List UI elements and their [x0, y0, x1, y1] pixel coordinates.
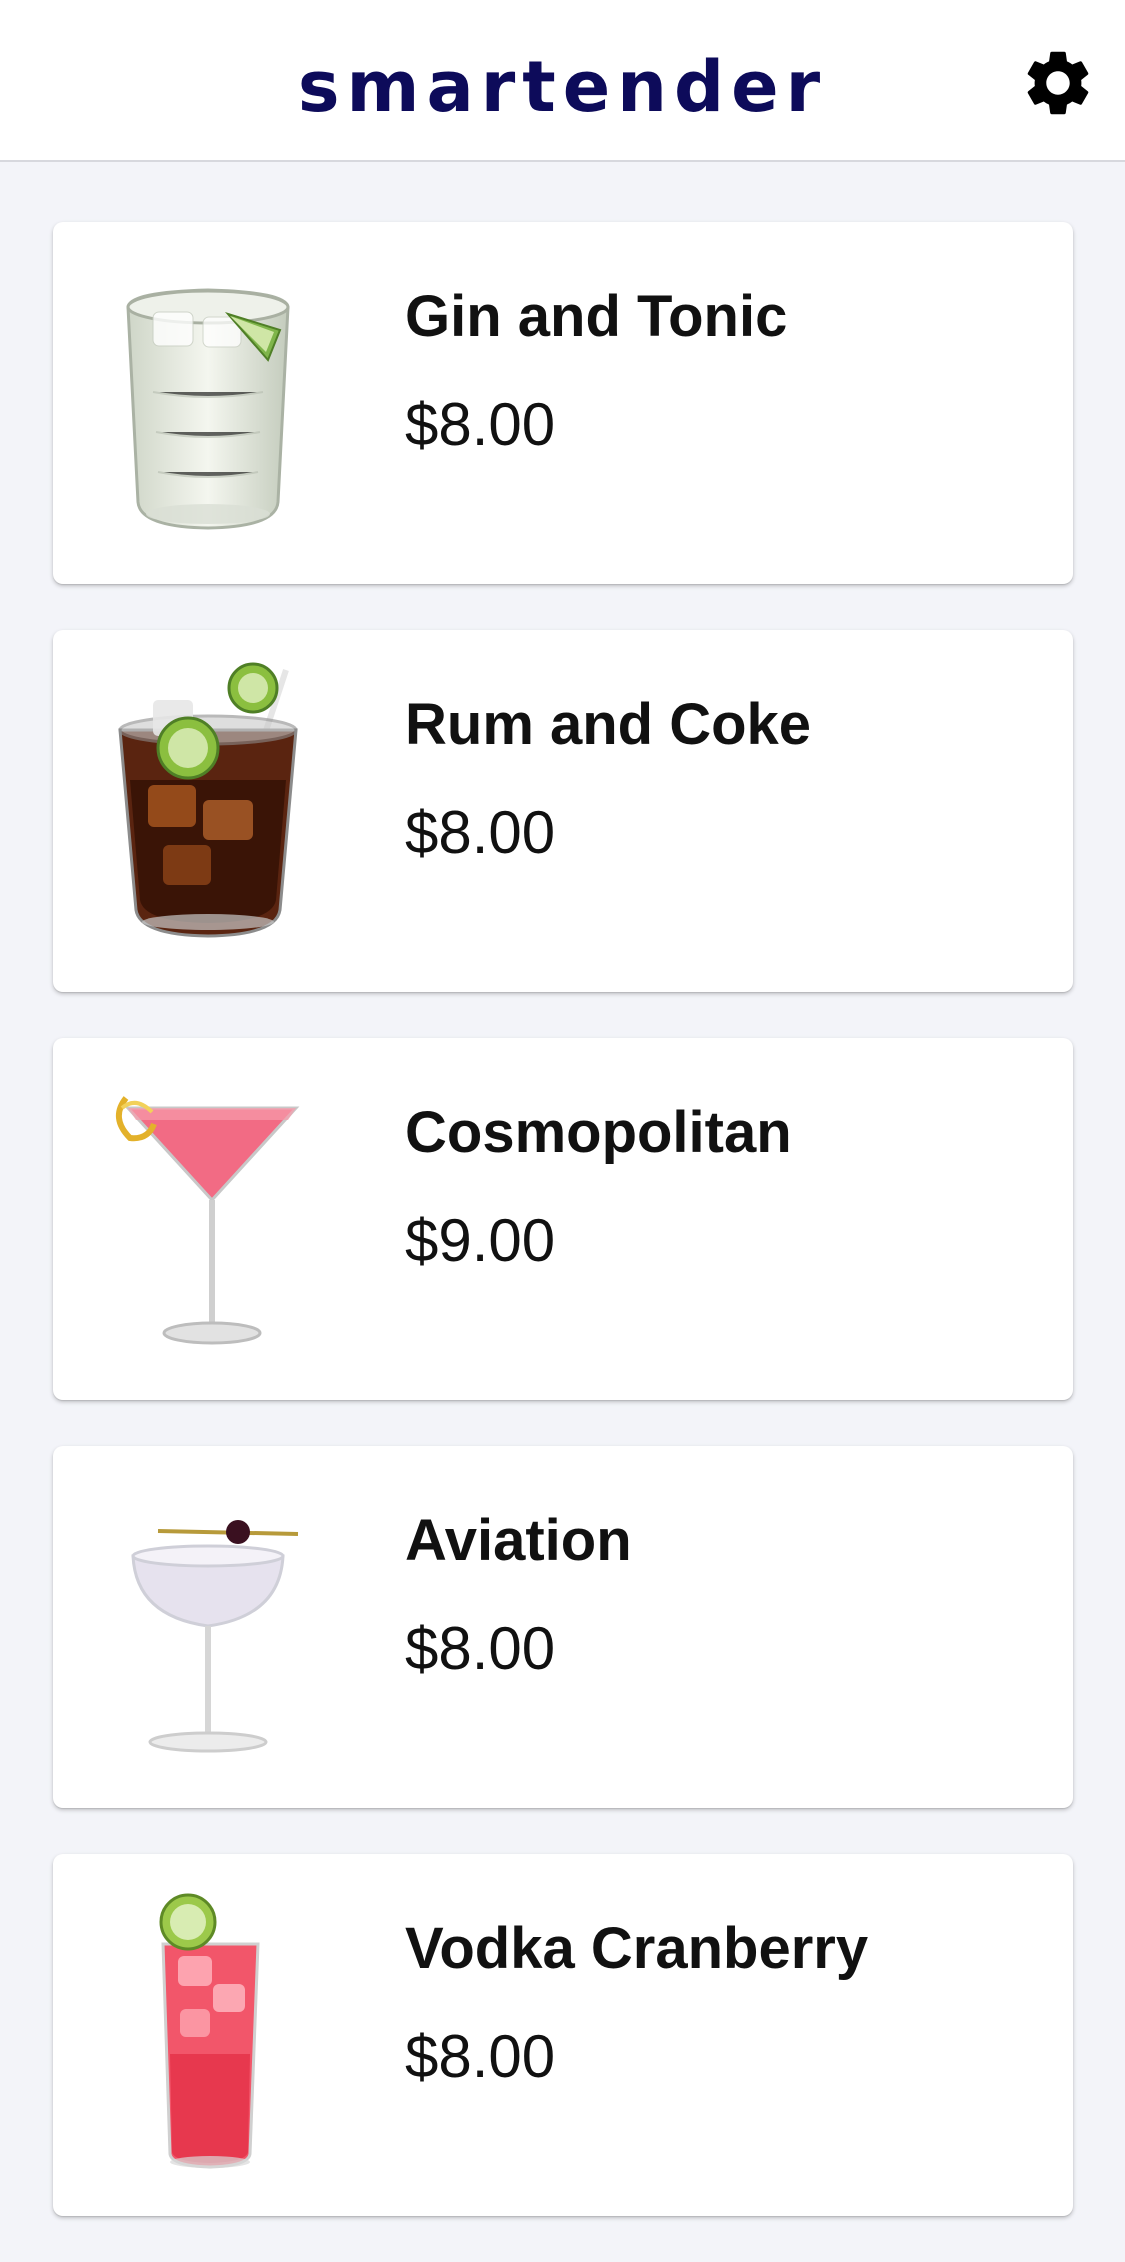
cosmopolitan-glass-icon [108, 1068, 308, 1368]
drink-name: Rum and Coke [405, 692, 812, 757]
drink-price: $8.00 [405, 799, 556, 866]
drink-price: $8.00 [405, 1615, 556, 1682]
drink-price: $9.00 [405, 1207, 556, 1274]
drink-card-rum-and-coke[interactable]: Rum and Coke $8.00 [53, 630, 1073, 992]
drink-price: $8.00 [405, 2023, 556, 2090]
drink-card-vodka-cranberry[interactable]: Vodka Cranberry $8.00 [53, 1854, 1073, 2216]
app-header: smartender [0, 0, 1125, 162]
drink-name: Vodka Cranberry [405, 1916, 869, 1981]
drink-price: $8.00 [405, 391, 556, 458]
gin-and-tonic-glass-icon [108, 252, 308, 552]
drink-menu-list: Gin and Tonic $8.00 Rum and Coke $8.00 C… [53, 222, 1073, 2262]
vodka-cranberry-glass-icon [108, 1884, 308, 2184]
app-brand-title: smartender [297, 46, 828, 128]
drink-name: Aviation [405, 1508, 632, 1573]
rum-and-coke-glass-icon [108, 660, 308, 960]
drink-card-aviation[interactable]: Aviation $8.00 [53, 1446, 1073, 1808]
drink-name: Gin and Tonic [405, 284, 788, 349]
drink-card-cosmopolitan[interactable]: Cosmopolitan $9.00 [53, 1038, 1073, 1400]
drink-card-gin-and-tonic[interactable]: Gin and Tonic $8.00 [53, 222, 1073, 584]
drink-name: Cosmopolitan [405, 1100, 792, 1165]
settings-button[interactable] [1019, 44, 1097, 122]
gear-icon [1027, 51, 1089, 115]
aviation-glass-icon [108, 1476, 308, 1776]
